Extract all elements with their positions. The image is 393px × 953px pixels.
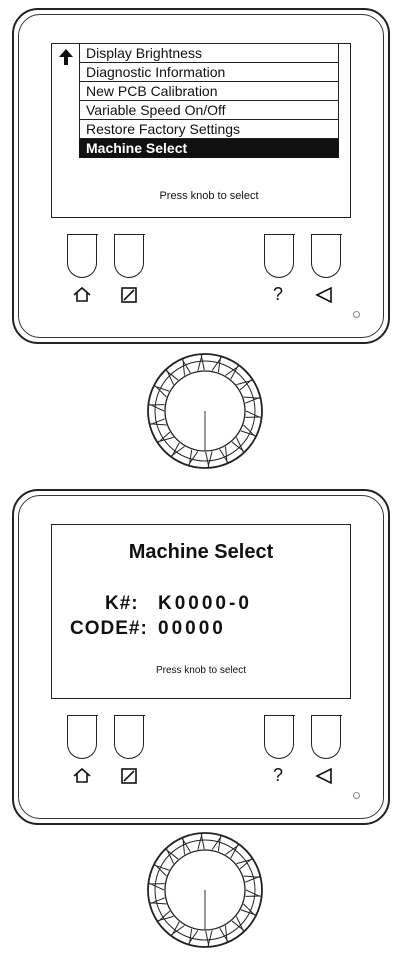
menu-item-new-pcb-calibration[interactable]: New PCB Calibration [79,82,339,101]
back-button[interactable] [310,234,342,278]
edit-button[interactable] [113,715,145,759]
press-knob-hint: Press knob to select [155,665,247,676]
edit-button[interactable] [113,234,145,278]
selector-knob[interactable] [145,830,265,950]
edit-icon [121,768,137,784]
up-arrow-icon[interactable] [57,48,75,66]
home-icon [73,286,91,302]
selector-knob[interactable] [145,351,265,471]
settings-menu: Display Brightness Diagnostic Informatio… [79,44,339,158]
home-icon [73,767,91,783]
screen-title: Machine Select [128,541,274,563]
status-led [353,311,360,318]
menu-item-machine-select[interactable]: Machine Select [79,139,339,158]
help-icon: ? [273,284,284,304]
back-triangle-icon [315,286,332,304]
menu-item-display-brightness[interactable]: Display Brightness [79,44,339,63]
k-number-value: K0000-0 [158,593,252,614]
help-button[interactable] [263,234,295,278]
control-panel-machine-select: Machine Select K#: K0000-0 CODE#: 00000 … [12,489,390,825]
home-button[interactable] [66,715,98,759]
display-screen: Display Brightness Diagnostic Informatio… [51,43,351,218]
menu-item-variable-speed[interactable]: Variable Speed On/Off [79,101,339,120]
status-led [353,792,360,799]
code-number-value: 00000 [158,618,226,639]
help-icon: ? [273,765,284,785]
display-screen: Machine Select K#: K0000-0 CODE#: 00000 … [51,524,351,699]
press-knob-hint: Press knob to select [159,190,259,202]
menu-item-restore-factory-settings[interactable]: Restore Factory Settings [79,120,339,139]
control-panel-menu: Display Brightness Diagnostic Informatio… [12,8,390,344]
back-button[interactable] [310,715,342,759]
menu-item-diagnostic-information[interactable]: Diagnostic Information [79,63,339,82]
back-triangle-icon [315,767,332,785]
home-button[interactable] [66,234,98,278]
code-number-label: CODE#: [70,618,148,639]
help-button[interactable] [263,715,295,759]
edit-icon [121,287,137,303]
k-number-label: K#: [105,593,139,614]
